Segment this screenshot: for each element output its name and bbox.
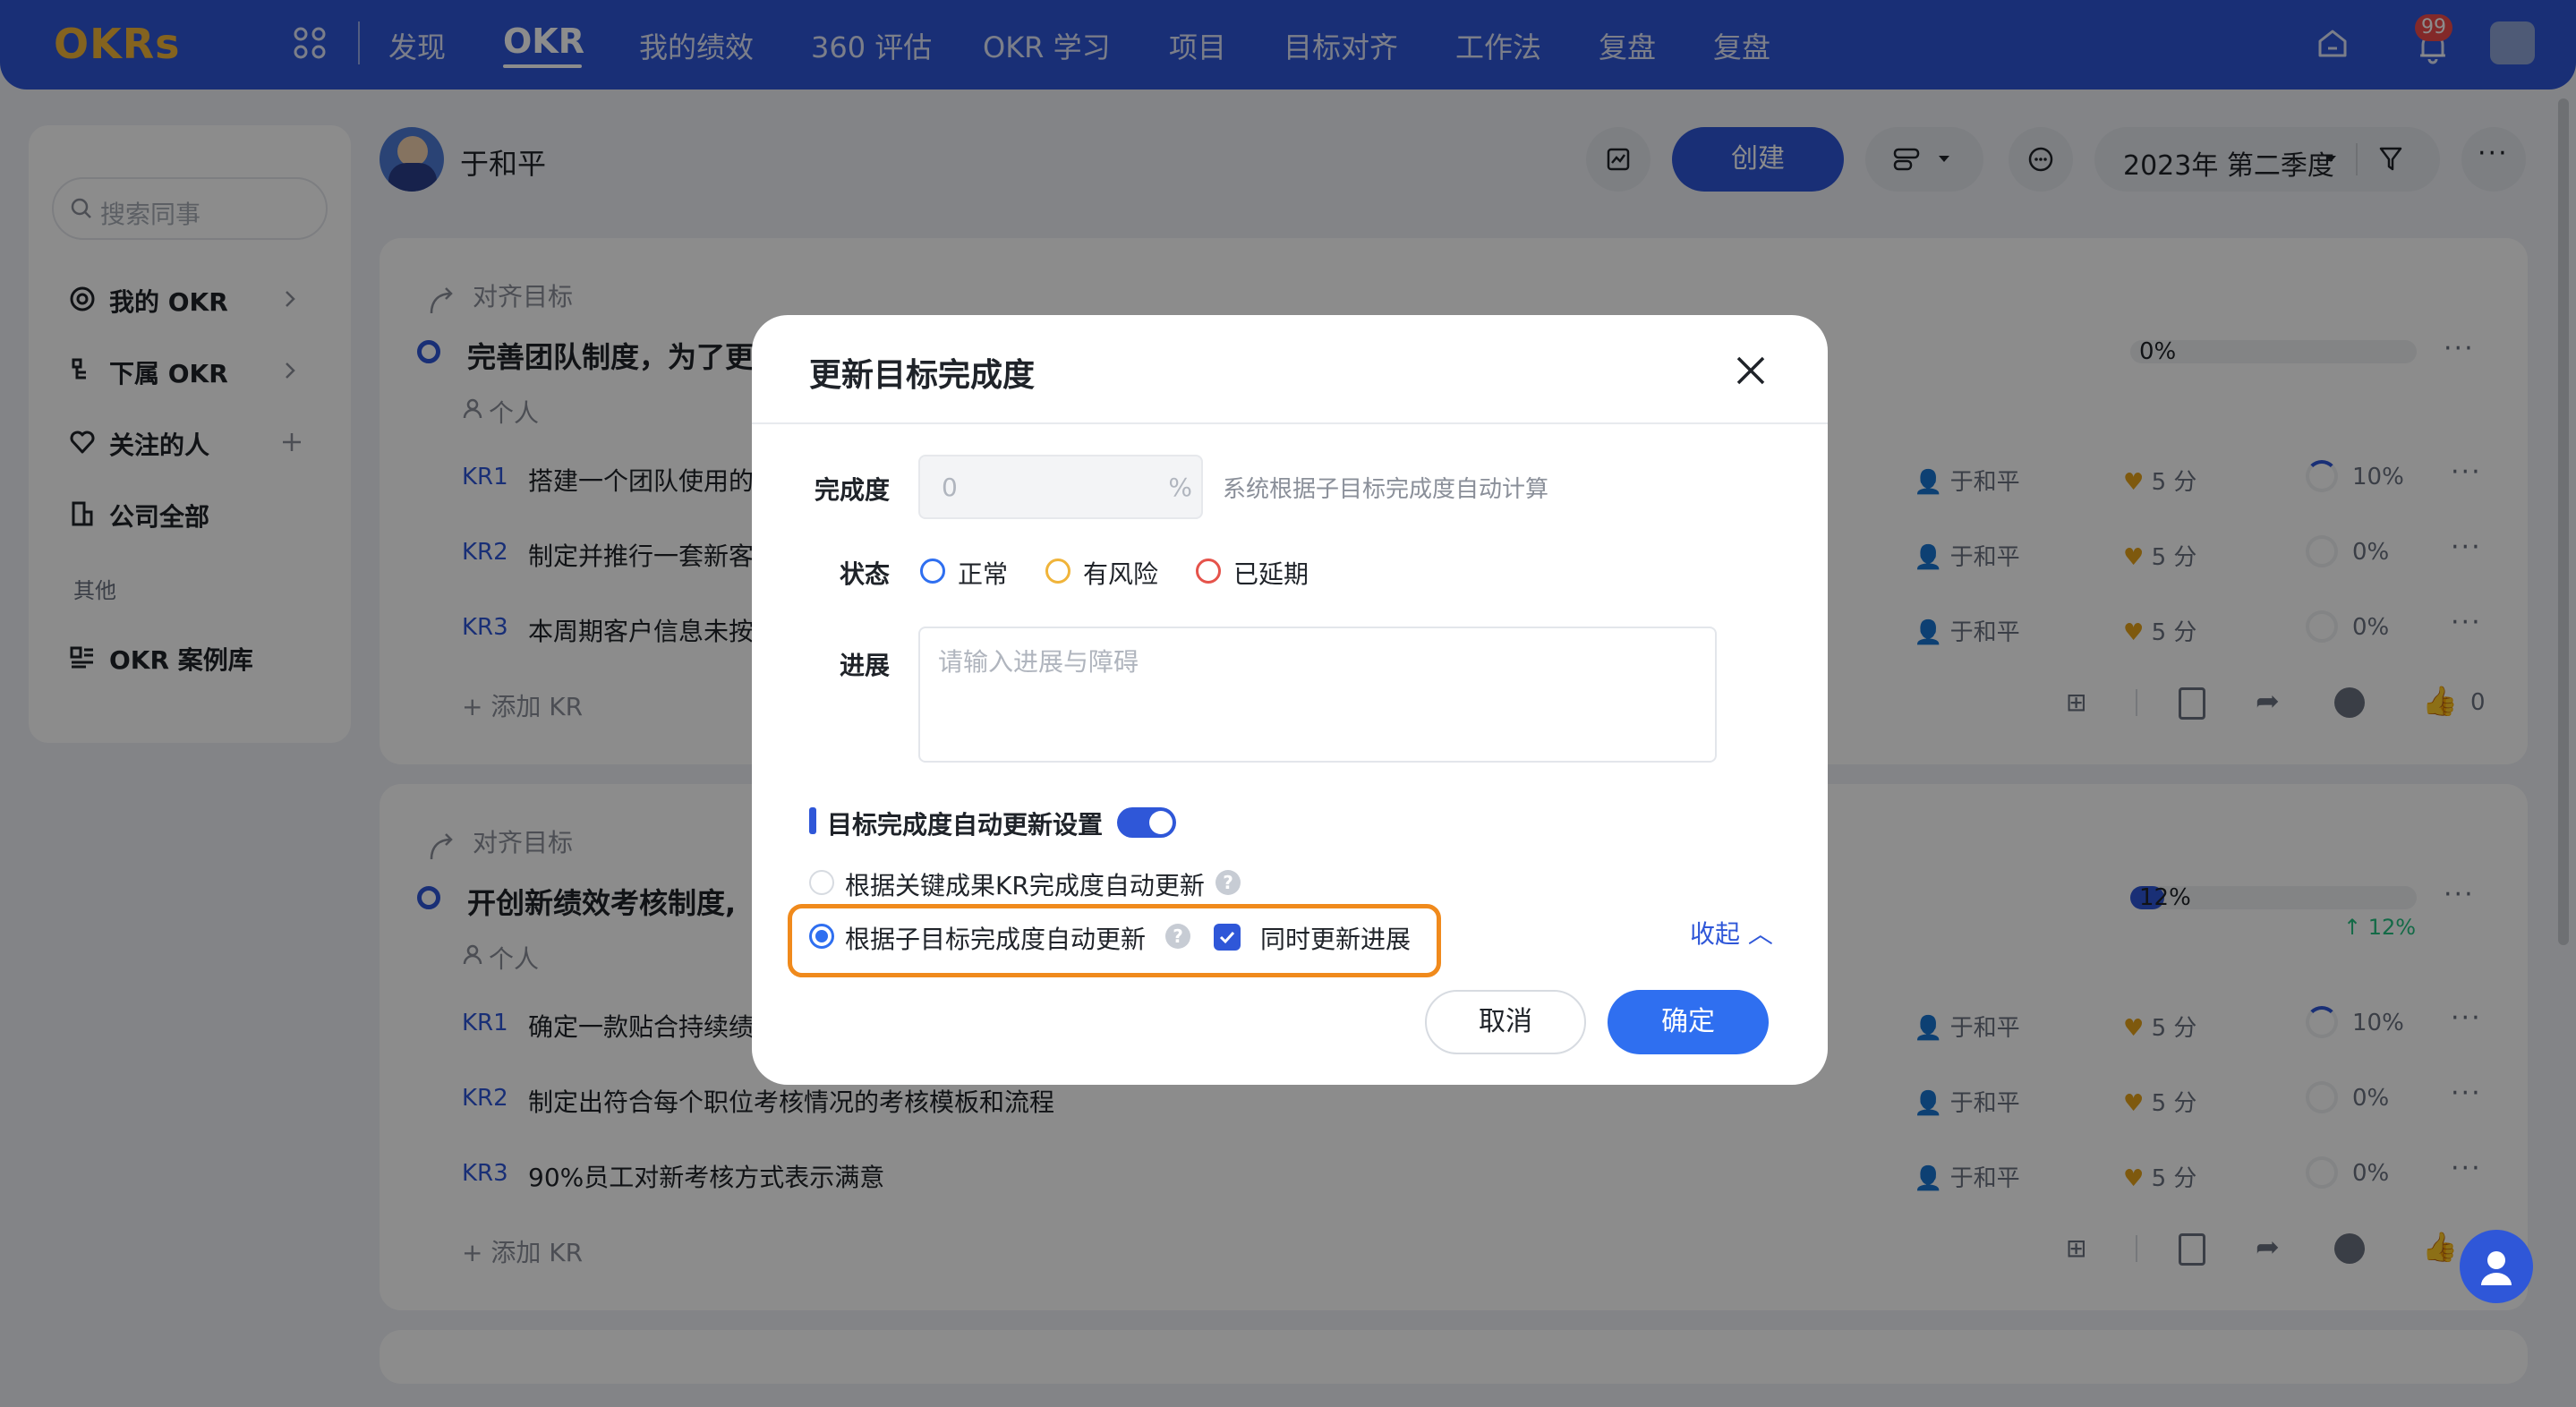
status-risk-label[interactable]: 有风险 — [1083, 555, 1158, 591]
progress-label: 进展 — [840, 651, 891, 680]
child-auto-update-radio[interactable] — [809, 924, 834, 949]
status-risk-radio[interactable] — [1045, 559, 1070, 584]
status-normal-radio[interactable] — [920, 559, 945, 584]
sync-progress-label[interactable]: 同时更新进展 — [1260, 920, 1411, 956]
progress-textarea[interactable]: 请输入进展与障碍 — [918, 627, 1717, 763]
confirm-button[interactable]: 确定 — [1608, 990, 1769, 1054]
cancel-button[interactable]: 取消 — [1425, 990, 1586, 1054]
support-agent-icon — [2481, 1251, 2512, 1285]
status-delayed-label[interactable]: 已延期 — [1233, 555, 1309, 591]
help-icon[interactable]: ? — [1165, 924, 1190, 949]
completion-hint: 系统根据子目标完成度自动计算 — [1223, 476, 1549, 503]
auto-update-title: 目标完成度自动更新设置 — [827, 810, 1104, 840]
dialog-divider — [752, 422, 1828, 424]
completion-label: 完成度 — [815, 475, 891, 505]
auto-update-toggle[interactable] — [1117, 807, 1176, 838]
completion-unit: % — [1168, 473, 1192, 502]
chevron-up-icon: ︿ — [1747, 919, 1773, 949]
update-completion-dialog: 更新目标完成度 完成度 0 % 系统根据子目标完成度自动计算 状态 正常 有风险… — [752, 315, 1828, 1085]
section-accent — [809, 807, 816, 834]
close-icon[interactable] — [1731, 351, 1770, 390]
progress-placeholder: 请输入进展与障碍 — [938, 647, 1139, 677]
dialog-title: 更新目标完成度 — [809, 357, 1036, 394]
check-icon — [1219, 931, 1235, 944]
status-delayed-radio[interactable] — [1196, 559, 1221, 584]
collapse-button[interactable]: 收起 ︿ — [1690, 915, 1773, 951]
child-auto-update-label[interactable]: 根据子目标完成度自动更新 — [845, 920, 1146, 956]
radio-dot — [815, 930, 828, 942]
completion-input[interactable]: 0 % — [918, 455, 1203, 519]
sync-progress-checkbox[interactable] — [1214, 924, 1241, 951]
completion-value: 0 — [942, 473, 958, 502]
status-label: 状态 — [840, 559, 891, 589]
status-normal-label[interactable]: 正常 — [958, 555, 1008, 591]
kr-auto-update-radio[interactable] — [809, 870, 834, 895]
toggle-knob — [1149, 811, 1173, 834]
kr-auto-update-label[interactable]: 根据关键成果KR完成度自动更新 — [845, 866, 1205, 902]
help-assistant-button[interactable] — [2460, 1230, 2533, 1303]
help-icon[interactable]: ? — [1215, 870, 1241, 895]
